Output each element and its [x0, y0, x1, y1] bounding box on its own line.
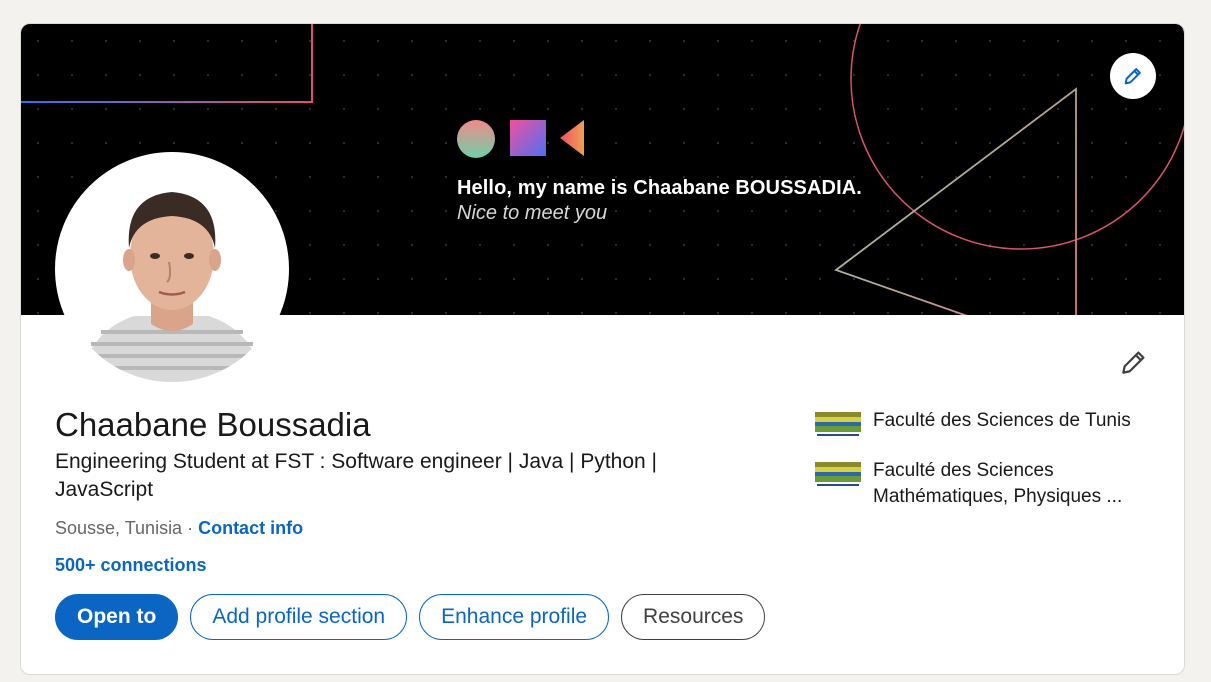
education-item[interactable]: Faculté des Sciences de Tunis	[815, 408, 1155, 440]
profile-card: Hello, my name is Chaabane BOUSSADIA. Ni…	[20, 23, 1185, 675]
edit-intro-button[interactable]	[1114, 342, 1154, 382]
banner-text: Hello, my name is Chaabane BOUSSADIA. Ni…	[457, 177, 862, 225]
profile-location: Sousse, Tunisia	[55, 518, 183, 538]
profile-headline: Engineering Student at FST : Software en…	[55, 450, 657, 501]
pencil-icon	[1124, 68, 1141, 85]
resources-button[interactable]: Resources	[621, 594, 766, 640]
add-profile-section-button[interactable]: Add profile section	[190, 594, 408, 640]
education-item[interactable]: Faculté des Sciences Mathématiques, Phys…	[815, 458, 1155, 510]
profile-name: Chaabane Boussadia	[55, 406, 371, 443]
open-to-button[interactable]: Open to	[55, 594, 179, 640]
connections-link[interactable]: 500+ connections	[55, 555, 207, 576]
school-name: Faculté des Sciences de Tunis	[873, 410, 1131, 431]
pencil-icon	[1122, 351, 1145, 374]
edit-banner-button[interactable]	[1110, 53, 1156, 99]
square-shape-icon	[510, 120, 546, 156]
profile-actions: Open to Add profile section Enhance prof…	[55, 594, 766, 640]
banner-greeting: Hello, my name is Chaabane BOUSSADIA.	[457, 177, 862, 199]
circle-shape-icon	[457, 120, 495, 158]
banner-subtitle: Nice to meet you	[457, 202, 608, 224]
location-line: Sousse, Tunisia · Contact info	[55, 518, 303, 539]
school-name: Faculté des Sciences Mathématiques, Phys…	[873, 460, 1123, 507]
enhance-profile-button[interactable]: Enhance profile	[419, 594, 610, 640]
contact-info-link[interactable]: Contact info	[198, 518, 303, 538]
education-list: Faculté des Sciences de Tunis Faculté de…	[815, 408, 1155, 528]
profile-photo	[59, 156, 285, 382]
school-logo-icon	[815, 460, 861, 490]
school-logo-icon	[815, 410, 861, 440]
location-separator: ·	[182, 518, 199, 538]
profile-avatar[interactable]	[55, 152, 289, 386]
